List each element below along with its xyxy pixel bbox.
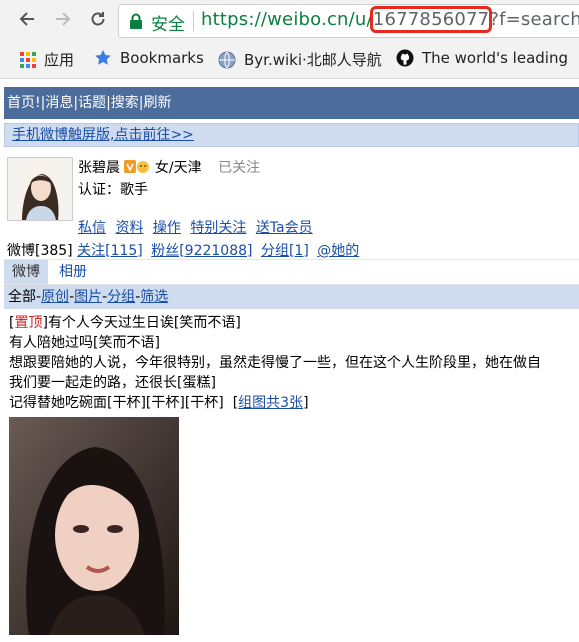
weibo-page: 首页!|消息|话题|搜索|刷新 手机微博触屏版,点击前往>> 张碧晨 女/天津 …	[4, 87, 579, 635]
at-her-link[interactable]: @她的	[317, 243, 359, 259]
profile-card: 张碧晨 女/天津 已关注 认证：歌手 私信 资料 操作 特别关注 送Ta会员 微…	[4, 147, 579, 260]
back-arrow-icon[interactable]	[14, 6, 40, 32]
weibo-count: 微博[385]	[7, 243, 73, 259]
profile-name: 张碧晨	[78, 160, 120, 176]
nav-search[interactable]: 搜索	[111, 95, 139, 111]
apps-grid-icon	[20, 51, 36, 68]
address-bar[interactable]: 安全 https://weibo.cn/u/1677856077?f=searc…	[118, 4, 579, 38]
post-line: [置顶]有个人今天过生日诶[笑而不语]	[9, 313, 579, 333]
bookmark-apps[interactable]: 应用	[20, 49, 74, 70]
pinned-post: [置顶]有个人今天过生日诶[笑而不语] 有人陪她过吗[笑而不语] 想跟要陪她的人…	[4, 313, 579, 413]
special-follow-link[interactable]: 特别关注	[190, 220, 246, 236]
avatar[interactable]	[7, 157, 73, 221]
group-bracket: ]	[303, 395, 309, 411]
filter-screen[interactable]: 筛选	[140, 289, 168, 305]
post-text-2: 有人陪她过吗[笑而不语]	[9, 335, 160, 351]
info-link[interactable]: 资料	[115, 220, 143, 236]
url-prefix: https://weibo.cn/u/	[201, 9, 373, 30]
github-icon	[396, 49, 414, 67]
bookmark-label: 应用	[44, 51, 75, 69]
post-text-4: 我们要一起走的路，还很长[蛋糕]	[9, 375, 216, 391]
secure-label: 安全	[151, 15, 185, 35]
url-user-id: 1677856077	[369, 6, 493, 33]
profile-stats: 微博[385] 关注[115] 粉丝[9221088] 分组[1] @她的	[7, 240, 363, 260]
star-icon	[95, 50, 111, 65]
post-line: 记得替她吃碗面[干杯][干杯][干杯] [组图共3张]	[9, 393, 579, 413]
message-link[interactable]: 私信	[78, 220, 106, 236]
following-link[interactable]: 关注[115]	[77, 243, 143, 259]
profile-actions: 私信 资料 操作 特别关注 送Ta会员	[78, 217, 318, 237]
filter-bar: 全部-原创-图片-分组-筛选	[4, 285, 579, 309]
content-tabs: 微博 相册	[4, 260, 579, 285]
url-query: ?f=search_0	[489, 9, 579, 30]
bookmarks-bar: 应用 Bookmarks Byr.wiki·北邮人导航 The world's …	[0, 40, 579, 79]
bookmark-label: The world's leading	[422, 49, 568, 67]
profile-name-line: 张碧晨 女/天津 已关注	[78, 157, 260, 177]
bookmark-bookmarks[interactable]: Bookmarks	[94, 49, 204, 67]
pinned-tag: 置顶	[14, 315, 43, 331]
globe-icon	[218, 51, 236, 68]
nav-topics[interactable]: 话题	[78, 95, 106, 111]
bookmark-label: Bookmarks	[120, 49, 204, 67]
tab-weibo[interactable]: 微博	[4, 260, 48, 284]
post-text-3: 想跟要陪她的人说，今年很特别，虽然走得慢了一些，但在这个人生阶段里，她在做自	[9, 355, 541, 371]
lock-icon	[130, 13, 142, 29]
gift-vip-link[interactable]: 送Ta会员	[256, 220, 313, 236]
forward-arrow-icon[interactable]	[50, 6, 76, 32]
bookmark-label: Byr.wiki·北邮人导航	[244, 51, 382, 69]
nav-refresh[interactable]: 刷新	[144, 95, 172, 111]
tab-album[interactable]: 相册	[59, 260, 87, 284]
photo-group-link[interactable]: 组图共3张	[238, 395, 303, 411]
post-photo[interactable]	[9, 417, 179, 635]
browser-toolbar: 安全 https://weibo.cn/u/1677856077?f=searc…	[0, 0, 579, 40]
reload-icon[interactable]	[85, 6, 111, 32]
vip-badge-icon	[124, 160, 150, 173]
profile-verification: 认证：歌手	[78, 182, 148, 198]
url-text: https://weibo.cn/u/1677856077?f=search_0	[201, 6, 579, 33]
nav-home[interactable]: 首页!	[7, 95, 41, 111]
groups-link[interactable]: 分组[1]	[261, 243, 309, 259]
post-text-1: 有个人今天过生日诶[笑而不语]	[47, 315, 241, 331]
operate-link[interactable]: 操作	[153, 220, 181, 236]
bookmark-github[interactable]: The world's leading	[396, 49, 568, 67]
profile-gender-location: 女/天津	[154, 160, 202, 176]
filter-images[interactable]: 图片	[74, 289, 102, 305]
mobile-version-link[interactable]: 手机微博触屏版,点击前往>>	[12, 127, 194, 143]
nav-messages[interactable]: 消息	[45, 95, 73, 111]
fans-link[interactable]: 粉丝[9221088]	[151, 243, 252, 259]
mobile-version-banner: 手机微博触屏版,点击前往>>	[4, 123, 579, 147]
url-divider	[193, 11, 194, 31]
top-nav: 首页!|消息|话题|搜索|刷新	[4, 87, 579, 119]
filter-all[interactable]: 全部-	[8, 289, 41, 305]
post-text-5: 记得替她吃碗面[干杯][干杯][干杯]	[9, 395, 224, 411]
filter-groups[interactable]: 分组	[107, 289, 135, 305]
filter-original[interactable]: 原创	[41, 289, 69, 305]
bookmark-byr-wiki[interactable]: Byr.wiki·北邮人导航	[218, 49, 382, 70]
follow-status: 已关注	[218, 160, 261, 176]
